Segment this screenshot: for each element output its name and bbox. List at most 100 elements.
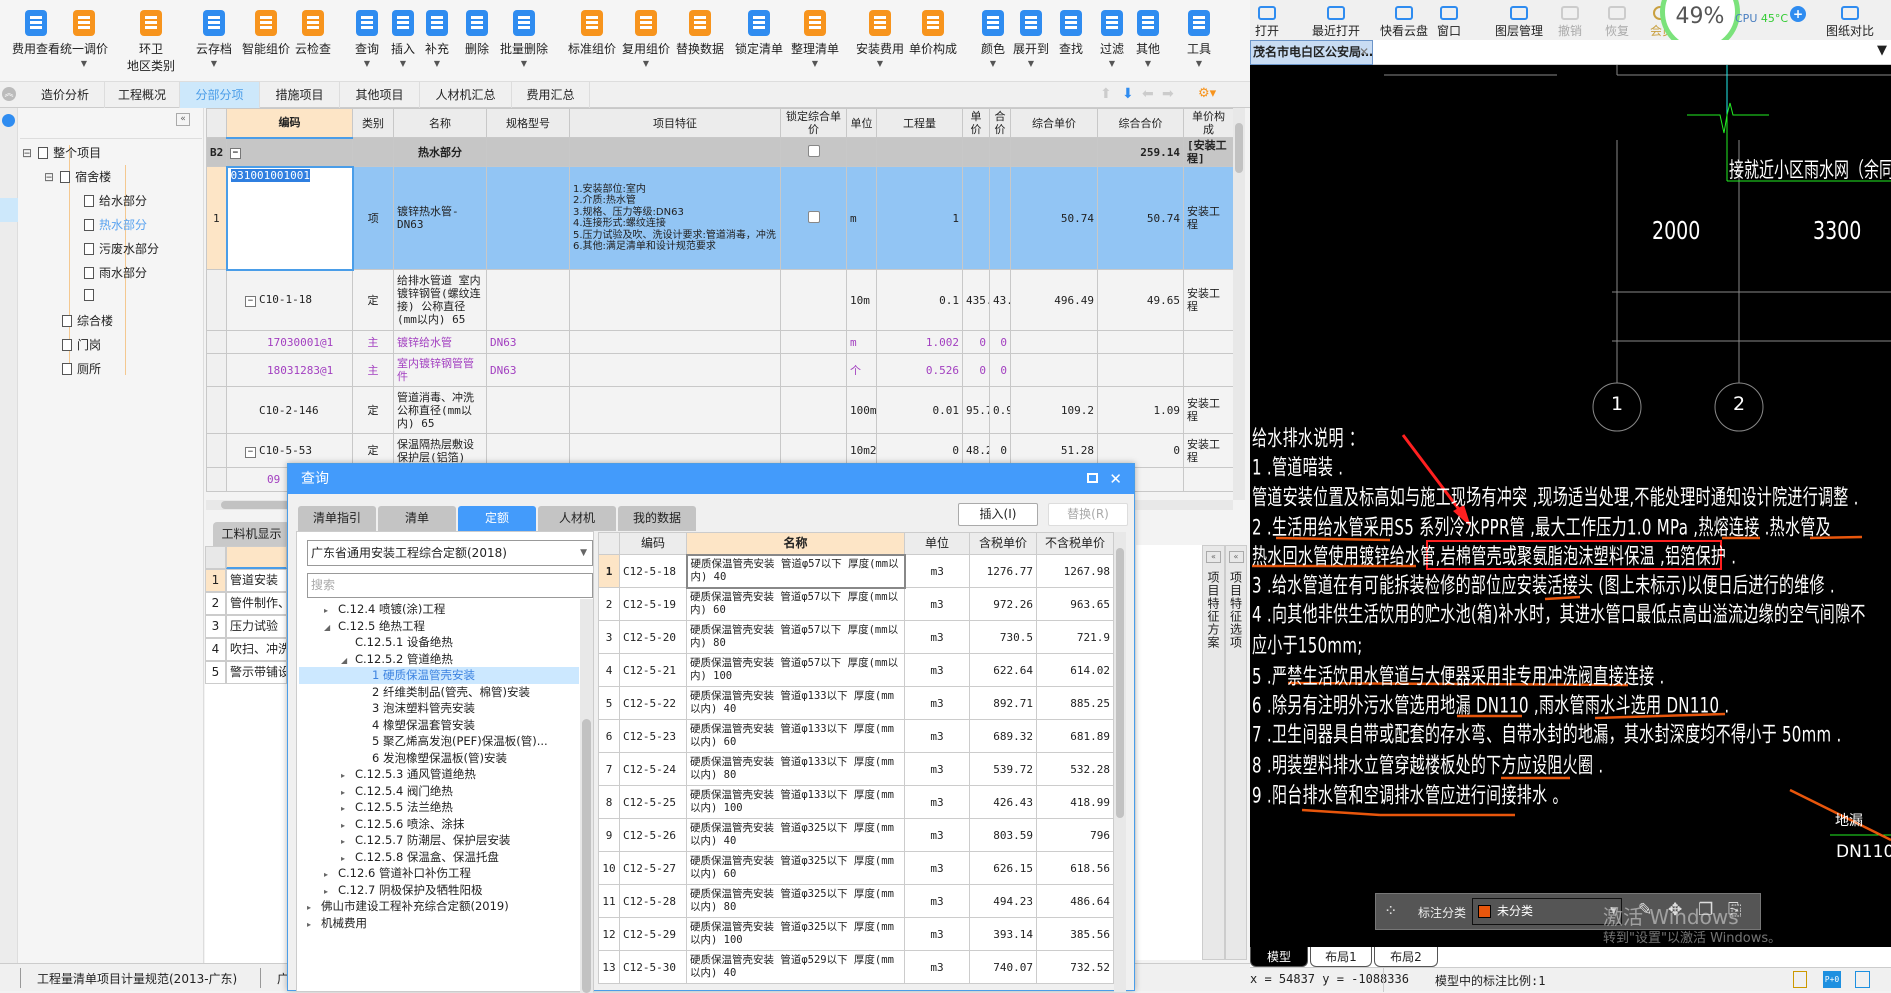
table-row[interactable]: 18031283@1 主室内镀锌钢管管件 DN63 个 0.526 0 0 (206, 353, 1234, 387)
expand-panel-icon[interactable]: « (1228, 551, 1244, 563)
toolbar-other-button[interactable]: 其他 ▼ (1120, 10, 1176, 68)
section-row[interactable]: B2− 热水部分 259.14 [安装工程] (206, 137, 1234, 167)
toolbar-reuse-pricing-button[interactable]: 复用组价 ▼ (618, 10, 674, 68)
grid-vertical-scrollbar[interactable] (1233, 108, 1245, 500)
column-header[interactable]: 不含税单价 (1036, 532, 1114, 555)
column-header[interactable]: 编码 (619, 532, 687, 555)
dropdown-arrow-icon[interactable]: ▼ (787, 59, 843, 68)
column-header[interactable]: 综合合价 (1097, 108, 1184, 138)
p-plus-o-icon[interactable]: P+0 (1823, 971, 1841, 988)
collapse-toggle-icon[interactable]: − (245, 446, 256, 458)
lock-price-checkbox[interactable] (807, 210, 820, 223)
layers-button[interactable]: 图层管理 (1495, 6, 1543, 39)
spec-standard[interactable]: 工程量清单项目计量规范(2013-广东) (37, 970, 237, 987)
quota-tree-item[interactable]: ▸ C.12.4 喷镀(涂)工程 (299, 601, 579, 618)
column-header[interactable] (206, 108, 227, 138)
table-row[interactable]: C10-2-146 定管道消毒、冲洗 公称直径(mm以内) 65 100m 0.01 9… (206, 386, 1234, 434)
tree-item[interactable]: 雨水部分 (84, 264, 147, 281)
toolbar-replace-data-button[interactable]: 替换数据 (672, 10, 728, 57)
toolbar-lock-list-button[interactable]: 锁定清单 (731, 10, 787, 57)
work-content-item[interactable]: 管件制作、 (226, 592, 287, 615)
quota-tree-item[interactable]: ▸ C.12.5.5 法兰绝热 (299, 799, 579, 816)
tab-0[interactable]: 造价分析 (26, 82, 105, 108)
dialog-titlebar[interactable]: 查询 ✕ (288, 464, 1134, 494)
move-right-icon[interactable]: ➡ (1162, 86, 1174, 102)
table-row[interactable]: 17030001@1 主镀锌给水管 DN63 m 1.002 0 0 (206, 330, 1234, 354)
collapse-panel-icon[interactable]: « (176, 113, 190, 126)
replace-button[interactable]: 替换(R) (1048, 503, 1128, 526)
tree-item[interactable]: 综合楼 (62, 312, 113, 329)
work-content-item[interactable]: 压力试验 (226, 615, 287, 638)
toolbar-region-category-button[interactable]: 环卫 地区类别 (123, 10, 179, 74)
plus-icon[interactable]: + (1790, 6, 1806, 22)
quota-tree-item[interactable]: 5 聚乙烯高发泡(PEF)保温板(管)... (299, 733, 579, 750)
column-header[interactable]: 单位 (904, 532, 970, 555)
column-header[interactable]: 名称 (686, 532, 905, 555)
layout-tab-0[interactable]: 模型 (1250, 947, 1308, 967)
work-content-item[interactable]: 吹扫、冲洗 (226, 638, 287, 661)
quota-tree-item[interactable]: ◢ C.12.5 绝热工程 (299, 618, 579, 635)
table-row[interactable]: − C10-1-18 定给排水管道 室内镀锌钢管(螺纹连接) 公称直径(mm以内) … (206, 269, 1234, 331)
quota-row[interactable]: 5 C12-5-22 硬质保温管壳安装 管道φ133以下 厚度(mm以内) 40 m3… (598, 686, 1114, 720)
tab-labor-material-display[interactable]: 工料机显示 (213, 522, 290, 546)
dropdown-arrow-icon[interactable]: ▼ (186, 59, 242, 68)
compare-button[interactable]: 图纸对比 (1826, 6, 1874, 39)
toolbar-install-cost-button[interactable]: 安装费用 ▼ (852, 10, 908, 68)
quota-tree-item[interactable]: ▸ C.12.5.6 喷涂、涂抹 (299, 816, 579, 833)
quota-row[interactable]: 8 C12-5-25 硬质保温管壳安装 管道φ133以下 厚度(mm以内) 100 m… (598, 785, 1114, 819)
dropdown-arrow-icon[interactable]: ▼ (496, 59, 552, 68)
column-header[interactable]: 工程量 (876, 108, 963, 138)
tree-item[interactable]: ⊟ 宿舍楼 (44, 168, 111, 185)
layout-tab-1[interactable]: 布局1 (1310, 947, 1372, 967)
work-content-item[interactable]: 警示带铺设 (226, 661, 287, 684)
column-header[interactable]: 单价构成 (1183, 108, 1234, 138)
column-header[interactable]: 合价 (989, 108, 1011, 138)
quota-tree-item[interactable]: C.12.5.1 设备绝热 (299, 634, 579, 651)
side-panel-feature-scheme[interactable]: « 项目特征方案 (1202, 545, 1225, 960)
column-header[interactable]: 类别 (352, 108, 394, 138)
dropdown-arrow-icon[interactable]: ▼ (1120, 59, 1176, 68)
quota-row[interactable]: 11 C12-5-28 硬质保温管壳安装 管道φ325以下 厚度(mm以内) 80 m… (598, 884, 1114, 918)
work-content-item[interactable]: 管道安装 (226, 569, 287, 592)
dropdown-arrow-icon[interactable]: ▼ (1171, 59, 1227, 68)
collapse-icon[interactable]: ︽ (2, 87, 16, 101)
annotation-class-select[interactable]: 未分类 ▼ (1472, 898, 1622, 925)
insert-button[interactable]: 插入(I) (958, 503, 1038, 526)
cloud-drive-button[interactable]: 快看云盘 (1380, 6, 1428, 39)
quota-tree-item[interactable]: ▸ C.12.5.7 防潮层、保护层安装 (299, 832, 579, 849)
collapse-toggle-icon[interactable]: ⊟ (44, 170, 54, 184)
tree-item[interactable]: 污废水部分 (84, 240, 159, 257)
dropdown-arrow-icon[interactable]: ▼ (1003, 59, 1059, 68)
quota-row[interactable]: 2 C12-5-19 硬质保温管壳安装 管道φ57以下 厚度(mm以内) 60 m3 9… (598, 587, 1114, 621)
quota-tree-item[interactable]: 2 纤维类制品(管壳、棉管)安装 (299, 684, 579, 701)
undo-button[interactable]: 撤销 (1558, 6, 1582, 39)
dropdown-arrow-icon[interactable]: ▼ (852, 59, 908, 68)
layout-tab-2[interactable]: 布局2 (1374, 947, 1438, 967)
quota-tree-item[interactable]: 4 橡塑保温套管安装 (299, 717, 579, 734)
toolbar-unit-price-structure-button[interactable]: 单价构成 (905, 10, 961, 57)
quota-row[interactable]: 7 C12-5-24 硬质保温管壳安装 管道φ133以下 厚度(mm以内) 80 m3… (598, 752, 1114, 786)
open-folder-button[interactable]: 打开 (1255, 6, 1279, 39)
column-header[interactable]: 综合单价 (1010, 108, 1098, 138)
tab-6[interactable]: 费用汇总 (512, 82, 590, 108)
quota-tree-item[interactable]: ▸ C.12.7 阴极保护及牺牲阳极 (299, 882, 579, 899)
quota-library-select[interactable]: 广东省通用安装工程综合定额(2018) ▼ (307, 540, 593, 566)
tab-4[interactable]: 其他项目 (340, 82, 420, 108)
tab-list-icon[interactable]: ▼ (1877, 43, 1887, 58)
download-icon[interactable] (2, 114, 15, 127)
toolbar-cloud-archive-button[interactable]: 云存档 ▼ (186, 10, 242, 68)
maximize-icon[interactable] (1087, 473, 1098, 483)
expand-arrow-icon[interactable]: ▸ (307, 917, 321, 934)
lock-price-checkbox[interactable] (807, 144, 820, 157)
tree-item[interactable]: 厕所 (62, 360, 101, 377)
side-panel-feature-options[interactable]: « 项目特征选项 (1225, 545, 1247, 960)
tab-5[interactable]: 人材机汇总 (420, 82, 512, 108)
toolbar-organize-list-button[interactable]: 整理清单 ▼ (787, 10, 843, 68)
quota-tree-item[interactable]: 3 泡沫塑料管壳安装 (299, 700, 579, 717)
table-row[interactable]: 1 031001001001 项镀锌热水管-DN63 1.安装部位:室内 2.介质:热… (206, 165, 1234, 271)
quota-row[interactable]: 12 C12-5-29 硬质保温管壳安装 管道φ325以下 厚度(mm以内) 100… (598, 917, 1114, 951)
dropdown-arrow-icon[interactable]: ▼ (56, 59, 112, 68)
tree-item[interactable]: 门岗 (62, 336, 101, 353)
quota-tree-item[interactable]: 1 硬质保温管壳安装 (299, 667, 579, 684)
quota-row[interactable]: 3 C12-5-20 硬质保温管壳安装 管道φ57以下 厚度(mm以内) 80 m3 7… (598, 620, 1114, 654)
